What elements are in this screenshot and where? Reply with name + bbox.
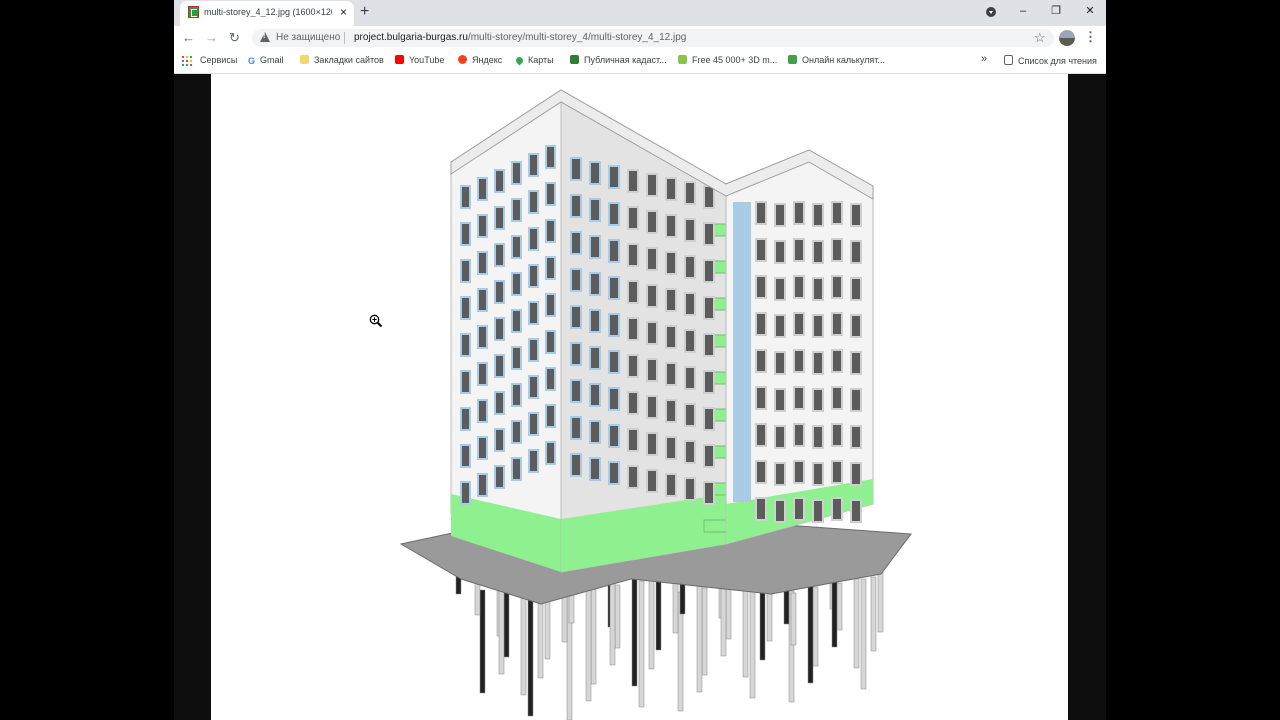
new-tab-button[interactable]: + bbox=[360, 2, 369, 22]
url-text[interactable]: project.bulgaria-burgas.ru/multi-storey/… bbox=[354, 32, 686, 43]
tab-title: multi-storey_4_12.jpg (1600×1200) bbox=[204, 7, 332, 17]
bookmark-label: Закладки сайтов bbox=[314, 55, 384, 65]
url-path: /multi-storey/multi-storey_4/multi-store… bbox=[467, 32, 687, 43]
bookmarks-overflow-button[interactable]: » bbox=[981, 53, 987, 65]
minimize-button[interactable]: – bbox=[1013, 3, 1033, 19]
browser-window: multi-storey_4_12.jpg (1600×1200) × + – … bbox=[174, 0, 1106, 720]
bookmark-calculator[interactable]: Онлайн калькулят... bbox=[788, 55, 885, 65]
bookmark-label: Яндекс bbox=[472, 55, 503, 65]
yandex-icon bbox=[458, 55, 467, 64]
bookmark-youtube[interactable]: YouTube bbox=[395, 55, 444, 65]
bookmark-services[interactable]: Сервисы bbox=[200, 55, 237, 65]
building-3d-render-image[interactable] bbox=[211, 74, 1068, 720]
tab-search-icon[interactable] bbox=[986, 7, 996, 17]
page-viewport bbox=[174, 74, 1106, 720]
bookmark-label: Онлайн калькулят... bbox=[802, 55, 885, 65]
profile-avatar[interactable] bbox=[1059, 30, 1075, 46]
security-label[interactable]: Не защищено bbox=[276, 32, 340, 43]
google-icon: G bbox=[248, 56, 256, 66]
reading-list-icon bbox=[1004, 55, 1013, 65]
bookmark-label: Сервисы bbox=[200, 55, 238, 65]
bookmark-folder-sites[interactable]: Закладки сайтов bbox=[300, 55, 384, 65]
facade-right-wing bbox=[725, 149, 874, 545]
url-host: project.bulgaria-burgas.ru bbox=[354, 32, 468, 43]
not-secure-warning-icon[interactable] bbox=[260, 32, 270, 42]
bookmark-label: Карты bbox=[528, 55, 554, 65]
forward-button[interactable]: → bbox=[205, 29, 218, 47]
bookmark-label: Free 45 000+ 3D m... bbox=[692, 55, 778, 65]
zoom-in-cursor-icon bbox=[369, 314, 383, 328]
maps-pin-icon bbox=[514, 55, 525, 66]
bookmark-label: YouTube bbox=[409, 55, 445, 65]
browser-menu-button[interactable]: ⋮ bbox=[1084, 29, 1097, 45]
calculator-icon bbox=[788, 55, 797, 64]
close-window-button[interactable]: ✕ bbox=[1080, 3, 1100, 19]
tab-image[interactable]: multi-storey_4_12.jpg (1600×1200) × bbox=[180, 1, 354, 26]
site-favicon-icon bbox=[188, 6, 199, 18]
apps-grid-icon bbox=[182, 56, 192, 66]
tab-close-button[interactable]: × bbox=[340, 5, 347, 19]
address-bar[interactable]: Не защищено project.bulgaria-burgas.ru/m… bbox=[252, 29, 1054, 47]
cadastre-icon bbox=[570, 55, 579, 64]
facade-middle-wing bbox=[560, 89, 727, 573]
bookmark-cadastre[interactable]: Публичная кадаст... bbox=[570, 55, 667, 65]
bookmark-gmail[interactable]: G Gmail bbox=[248, 55, 284, 66]
bookmark-3d-models[interactable]: Free 45 000+ 3D m... bbox=[678, 55, 777, 65]
3d-models-icon bbox=[678, 55, 687, 64]
reading-list-label: Список для чтения bbox=[1018, 56, 1097, 66]
reading-list-button[interactable]: Список для чтения bbox=[1004, 55, 1097, 66]
image-view[interactable] bbox=[211, 74, 1068, 720]
back-button[interactable]: ← bbox=[182, 29, 195, 47]
bookmark-star-icon[interactable]: ☆ bbox=[1034, 30, 1046, 46]
bookmark-label: Gmail bbox=[260, 55, 284, 65]
tab-strip: multi-storey_4_12.jpg (1600×1200) × + – … bbox=[174, 0, 1106, 26]
bookmark-yandex[interactable]: Яндекс bbox=[458, 55, 502, 65]
omnibox-divider bbox=[344, 32, 345, 44]
restore-button[interactable]: ❐ bbox=[1046, 3, 1066, 19]
bookmarks-bar: Сервисы G Gmail Закладки сайтов YouTube Я… bbox=[174, 50, 1106, 74]
toolbar: ← → ↻ Не защищено project.bulgaria-burga… bbox=[174, 26, 1106, 50]
bookmark-label: Публичная кадаст... bbox=[584, 55, 667, 65]
reload-button[interactable]: ↻ bbox=[229, 29, 240, 47]
youtube-icon bbox=[395, 55, 404, 64]
bookmark-maps[interactable]: Карты bbox=[514, 55, 554, 66]
folder-icon bbox=[300, 55, 309, 64]
